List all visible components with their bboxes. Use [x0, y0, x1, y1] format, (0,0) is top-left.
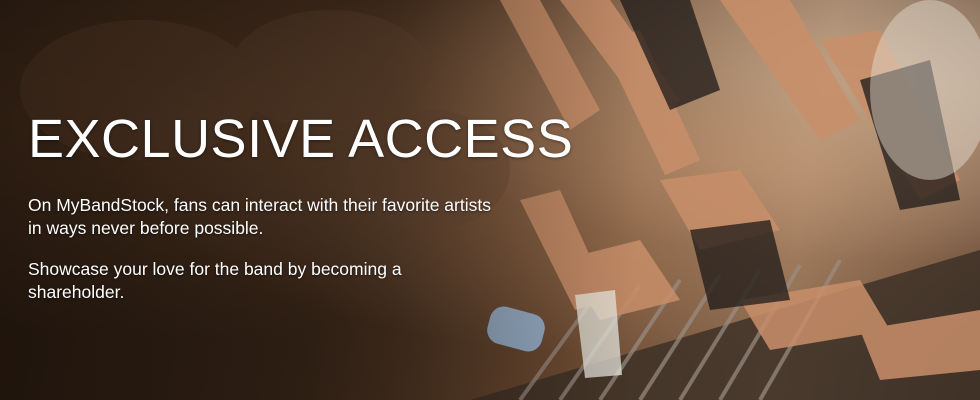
- hero-paragraph-shareholder: Showcase your love for the band by becom…: [28, 259, 402, 302]
- hero-copy: EXCLUSIVE ACCESS On MyBandStock, fans ca…: [28, 108, 628, 304]
- hero-headline: EXCLUSIVE ACCESS: [28, 109, 574, 169]
- hero-paragraph-interact: On MyBandStock, fans can interact with t…: [28, 195, 491, 238]
- hero-banner: EXCLUSIVE ACCESS On MyBandStock, fans ca…: [0, 0, 980, 400]
